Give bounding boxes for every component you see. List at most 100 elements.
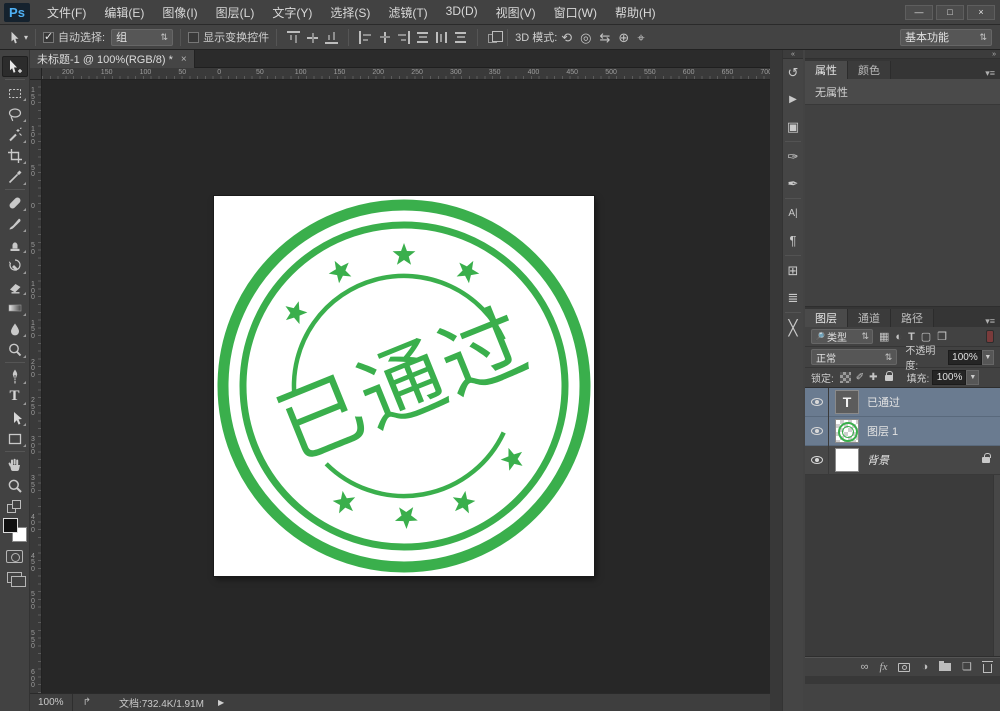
background-layer-thumbnail[interactable] xyxy=(835,448,859,472)
lock-transparency-icon[interactable] xyxy=(840,372,851,383)
3d-pan-icon[interactable]: ⇆ xyxy=(600,31,611,44)
quick-mask-button[interactable] xyxy=(6,550,23,563)
align-horizontal-centers-icon[interactable] xyxy=(378,31,391,44)
tab-close-icon[interactable]: × xyxy=(181,54,187,65)
show-transform-checkbox[interactable] xyxy=(188,32,199,43)
opacity-value[interactable]: 100% xyxy=(948,350,982,365)
tool-presets-panel-icon[interactable]: ╳ xyxy=(783,314,803,341)
distribute-top-edges-icon[interactable] xyxy=(416,31,429,44)
hand-tool[interactable] xyxy=(2,454,28,475)
dock-collapse-icon[interactable]: « xyxy=(783,50,803,59)
new-group-icon[interactable] xyxy=(939,663,951,671)
align-left-edges-icon[interactable] xyxy=(359,31,372,44)
3d-slide-icon[interactable]: ⊕ xyxy=(618,31,629,44)
auto-select-checkbox[interactable] xyxy=(43,32,54,43)
fill-value[interactable]: 100% xyxy=(932,370,966,385)
new-layer-icon[interactable]: ❏ xyxy=(962,661,972,673)
tab-properties[interactable]: 属性 xyxy=(805,61,848,79)
status-flyout-icon[interactable]: ▶ xyxy=(218,698,224,707)
lock-move-icon[interactable]: ✚ xyxy=(869,372,877,383)
layer-name[interactable]: 背景 xyxy=(867,452,982,468)
crop-tool[interactable] xyxy=(2,145,28,166)
image-layer-thumbnail[interactable] xyxy=(835,419,859,443)
dodge-tool[interactable] xyxy=(2,339,28,360)
visibility-cell[interactable] xyxy=(805,388,829,417)
history-panel-icon[interactable]: ↺ xyxy=(783,59,803,86)
maximize-button[interactable]: □ xyxy=(936,5,964,20)
rectangular-marquee-tool[interactable] xyxy=(2,82,28,103)
eyedropper-tool[interactable] xyxy=(2,166,28,187)
delete-layer-icon[interactable] xyxy=(983,664,992,673)
close-button[interactable]: × xyxy=(967,5,995,20)
filter-type-layers-icon[interactable]: T xyxy=(908,331,915,343)
menubar-item-11[interactable]: 帮助(H) xyxy=(606,4,665,21)
3d-scale-icon[interactable]: ⌖ xyxy=(637,31,644,44)
menubar-item-6[interactable]: 选择(S) xyxy=(321,4,379,21)
paragraph-panel-icon[interactable]: ¶ xyxy=(783,227,803,254)
character-panel-icon[interactable]: A| xyxy=(783,200,803,227)
filter-adjustment-layers-icon[interactable]: ◐ xyxy=(895,331,902,343)
menubar-item-5[interactable]: 文字(Y) xyxy=(263,4,321,21)
opacity-dropdown-button[interactable]: ▼ xyxy=(982,350,994,365)
menubar-item-8[interactable]: 3D(D) xyxy=(437,4,487,21)
align-bottom-edges-icon[interactable] xyxy=(325,31,338,44)
link-layers-icon[interactable]: ∞ xyxy=(861,661,869,673)
align-vertical-centers-icon[interactable] xyxy=(306,31,319,44)
tab-layers[interactable]: 图层 xyxy=(805,309,848,327)
type-tool[interactable]: T xyxy=(2,386,28,407)
workspace-switcher[interactable]: 基本功能 ⇅ xyxy=(900,29,992,46)
path-selection-tool[interactable] xyxy=(2,407,28,428)
screen-mode-button[interactable] xyxy=(7,572,22,583)
move-tool[interactable] xyxy=(2,56,28,77)
filter-type-dropdown[interactable]: 🔎 类型 ⇅ xyxy=(811,329,873,344)
clone-stamp-tool[interactable] xyxy=(2,234,28,255)
layer-style-icon[interactable]: fx xyxy=(880,661,888,673)
foreground-color-swatch[interactable] xyxy=(3,518,18,533)
menubar-item-10[interactable]: 窗口(W) xyxy=(545,4,606,21)
character-styles-panel-icon[interactable]: ⊞ xyxy=(783,257,803,284)
layer-row-text[interactable]: T 已通过 xyxy=(805,388,1000,417)
dock-expand-icon[interactable]: » xyxy=(805,50,1000,59)
filter-smart-objects-icon[interactable]: ❐ xyxy=(937,331,947,343)
brush-tool[interactable] xyxy=(2,213,28,234)
3d-orbit-icon[interactable]: ⟲ xyxy=(561,31,572,44)
layer-mask-icon[interactable] xyxy=(898,663,910,672)
fill-dropdown-button[interactable]: ▼ xyxy=(966,370,979,385)
layer-row-background[interactable]: 背景 xyxy=(805,446,1000,475)
brush-presets-panel-icon[interactable]: ✒ xyxy=(783,170,803,197)
gradient-tool[interactable] xyxy=(2,297,28,318)
tab-paths[interactable]: 路径 xyxy=(891,309,934,327)
tool-preset-picker[interactable]: ▾ xyxy=(8,30,28,44)
paragraph-styles-panel-icon[interactable]: ≣ xyxy=(783,284,803,311)
filter-toggle[interactable] xyxy=(986,330,994,343)
distribute-bottom-edges-icon[interactable] xyxy=(454,31,467,44)
visibility-cell[interactable] xyxy=(805,417,829,446)
blur-tool[interactable] xyxy=(2,318,28,339)
history-brush-tool[interactable] xyxy=(2,255,28,276)
lock-paint-icon[interactable]: ✐ xyxy=(856,372,864,383)
clone-source-panel-icon[interactable]: ▣ xyxy=(783,113,803,140)
actions-panel-icon[interactable]: ▶ xyxy=(783,86,803,113)
auto-align-layers-icon[interactable] xyxy=(488,34,497,43)
align-top-edges-icon[interactable] xyxy=(287,31,300,44)
zoom-tool[interactable] xyxy=(2,475,28,496)
text-layer-thumbnail[interactable]: T xyxy=(835,390,859,414)
shape-tool[interactable] xyxy=(2,428,28,449)
menubar-item-7[interactable]: 滤镜(T) xyxy=(379,4,436,21)
brush-panel-icon[interactable]: ✑ xyxy=(783,143,803,170)
filter-shape-layers-icon[interactable]: ▢ xyxy=(921,331,931,343)
menubar-item-2[interactable]: 编辑(E) xyxy=(95,4,153,21)
zoom-level-field[interactable]: 100% xyxy=(30,694,73,711)
lasso-tool[interactable] xyxy=(2,103,28,124)
distribute-vertical-centers-icon[interactable] xyxy=(435,31,448,44)
menubar-item-1[interactable]: 文件(F) xyxy=(38,4,95,21)
color-swatches[interactable] xyxy=(3,518,27,542)
menubar-item-4[interactable]: 图层(L) xyxy=(207,4,264,21)
pen-tool[interactable] xyxy=(2,365,28,386)
panel-menu-icon[interactable]: ▾≡ xyxy=(985,316,995,327)
minimize-button[interactable]: — xyxy=(905,5,933,20)
tab-color[interactable]: 颜色 xyxy=(848,61,891,79)
panel-menu-icon[interactable]: ▾≡ xyxy=(985,68,995,79)
menubar-item-3[interactable]: 图像(I) xyxy=(153,4,206,21)
layer-name[interactable]: 已通过 xyxy=(867,394,1000,410)
